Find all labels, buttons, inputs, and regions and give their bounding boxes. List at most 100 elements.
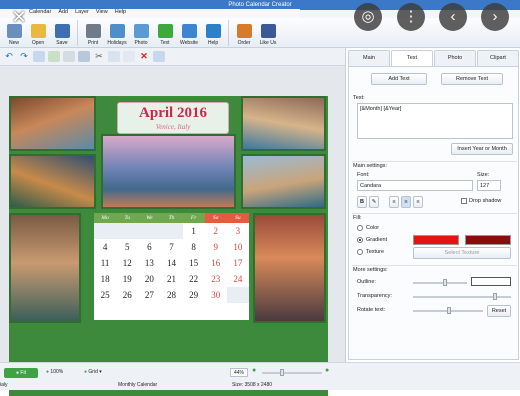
day-cell[interactable]: 2	[205, 223, 227, 239]
menu-add[interactable]: Add	[58, 9, 68, 18]
day-cell[interactable]: 21	[160, 271, 182, 287]
insert-year-month-button[interactable]: Insert Year or Month	[451, 143, 513, 155]
align-icon[interactable]	[78, 51, 90, 62]
tab-main[interactable]: Main	[348, 50, 390, 66]
day-cell[interactable]: 26	[116, 287, 138, 303]
menu-layer[interactable]: Layer	[75, 9, 89, 18]
send-back-icon[interactable]	[63, 51, 75, 62]
toolbar-print-button[interactable]: Print	[81, 18, 105, 48]
day-cell[interactable]: 13	[138, 255, 160, 271]
cut-icon[interactable]: ✂	[93, 51, 105, 62]
menu-view[interactable]: View	[96, 9, 108, 18]
day-cell[interactable]: 23	[205, 271, 227, 287]
tab-clipart[interactable]: Clipart	[477, 50, 519, 66]
photo-canal-day[interactable]	[241, 154, 326, 209]
outline-color-swatch[interactable]	[471, 277, 511, 286]
day-cell[interactable]	[116, 223, 139, 239]
day-cell[interactable]: 18	[94, 271, 116, 287]
align-center-icon[interactable]: ≡	[401, 196, 411, 208]
day-cell[interactable]: 25	[94, 287, 116, 303]
day-cell[interactable]	[226, 287, 249, 303]
outline-slider[interactable]	[413, 279, 467, 286]
day-cell[interactable]: 14	[160, 255, 182, 271]
fill-color-radio[interactable]	[357, 225, 363, 231]
day-cell[interactable]: 27	[138, 287, 160, 303]
font-select[interactable]: Candara	[357, 180, 473, 191]
paste-icon[interactable]	[123, 51, 135, 62]
gradient-end-swatch[interactable]	[465, 235, 511, 245]
prev-icon[interactable]: ‹	[439, 3, 467, 31]
undo-icon[interactable]: ↶	[3, 51, 15, 62]
toolbar-save-button[interactable]: Save	[50, 18, 74, 48]
reset-button[interactable]: Reset	[487, 305, 511, 317]
grid-button[interactable]: ● Grid ▾	[84, 369, 102, 375]
close-icon[interactable]: ✕	[5, 3, 33, 31]
delete-icon[interactable]: ✕	[138, 51, 150, 62]
day-cell[interactable]: 4	[94, 239, 116, 255]
bold-icon[interactable]: B	[357, 196, 367, 208]
day-cell[interactable]	[160, 223, 183, 239]
zoom100-button[interactable]: ● 100%	[46, 369, 63, 375]
day-cell[interactable]: 3	[227, 223, 249, 239]
tab-photo[interactable]: Photo	[434, 50, 476, 66]
brush-icon[interactable]: ✎	[369, 196, 379, 208]
fill-gradient-radio[interactable]	[357, 237, 363, 243]
lens-icon[interactable]: ◎	[354, 3, 382, 31]
toolbar-text-button[interactable]: Text	[153, 18, 177, 48]
select-texture-button[interactable]: Select Texture	[413, 247, 511, 259]
text-input[interactable]: [&Month] [&Year]	[357, 103, 513, 139]
day-cell[interactable]	[94, 223, 117, 239]
day-cell[interactable]: 22	[183, 271, 205, 287]
gradient-start-swatch[interactable]	[413, 235, 459, 245]
day-cell[interactable]: 19	[116, 271, 138, 287]
fill-texture-radio[interactable]	[357, 249, 363, 255]
day-cell[interactable]: 1	[183, 223, 205, 239]
day-cell[interactable]: 9	[205, 239, 227, 255]
bring-front-icon[interactable]	[33, 51, 45, 62]
zoom-in-icon[interactable]: ●	[325, 367, 329, 374]
copy-icon[interactable]	[108, 51, 120, 62]
day-cell[interactable]: 5	[116, 239, 138, 255]
redo-icon[interactable]: ↷	[18, 51, 30, 62]
add-text-button[interactable]: Add Text	[371, 73, 427, 85]
photo-masks[interactable]	[253, 213, 326, 323]
align-right-icon[interactable]: ≡	[413, 196, 423, 208]
day-cell[interactable]: 15	[183, 255, 205, 271]
day-cell[interactable]: 30	[205, 287, 227, 303]
day-cell[interactable]: 8	[183, 239, 205, 255]
toolbar-help-button[interactable]: Help	[201, 18, 225, 48]
next-icon[interactable]: ›	[481, 3, 509, 31]
day-cell[interactable]: 12	[116, 255, 138, 271]
day-cell[interactable]: 20	[138, 271, 160, 287]
toolbar-holidays-button[interactable]: Holidays	[105, 18, 129, 48]
photo-bridge[interactable]	[9, 213, 81, 323]
zoom-slider[interactable]	[262, 369, 322, 376]
layer-icon[interactable]	[153, 51, 165, 62]
tab-text[interactable]: Text	[391, 50, 433, 66]
photo-canal-topleft[interactable]	[9, 96, 96, 151]
photo-canal-night[interactable]	[9, 154, 96, 209]
day-cell[interactable]: 7	[160, 239, 182, 255]
more-icon[interactable]: ⋮	[397, 3, 425, 31]
rotate-slider[interactable]	[413, 307, 483, 314]
align-left-icon[interactable]: ≡	[389, 196, 399, 208]
toolbar-photo-button[interactable]: Photo	[129, 18, 153, 48]
day-cell[interactable]: 6	[138, 239, 160, 255]
day-cell[interactable]: 28	[160, 287, 182, 303]
fit-button[interactable]: ● Fit	[4, 368, 38, 378]
photo-gondolas[interactable]	[241, 96, 326, 151]
remove-text-button[interactable]: Remove Text	[441, 73, 503, 85]
size-input[interactable]: 127	[477, 180, 501, 191]
day-cell[interactable]: 29	[183, 287, 205, 303]
month-grid[interactable]: Mo Tu We Th Fr Sa Su 1 2 3 4 5 6 7 8 9 10 11 12 13 14 15 16 17…	[94, 213, 249, 320]
image-icon[interactable]	[48, 51, 60, 62]
day-cell[interactable]: 17	[227, 255, 249, 271]
zoom-out-icon[interactable]: ●	[252, 367, 256, 374]
transparency-slider[interactable]	[413, 293, 511, 300]
day-cell[interactable]: 16	[205, 255, 227, 271]
zoom-field[interactable]: 44%	[230, 368, 248, 377]
drop-shadow-checkbox[interactable]	[461, 198, 467, 204]
toolbar-website-button[interactable]: Website	[177, 18, 201, 48]
day-cell[interactable]: 11	[94, 255, 116, 271]
photo-grand-canal[interactable]	[101, 134, 236, 209]
